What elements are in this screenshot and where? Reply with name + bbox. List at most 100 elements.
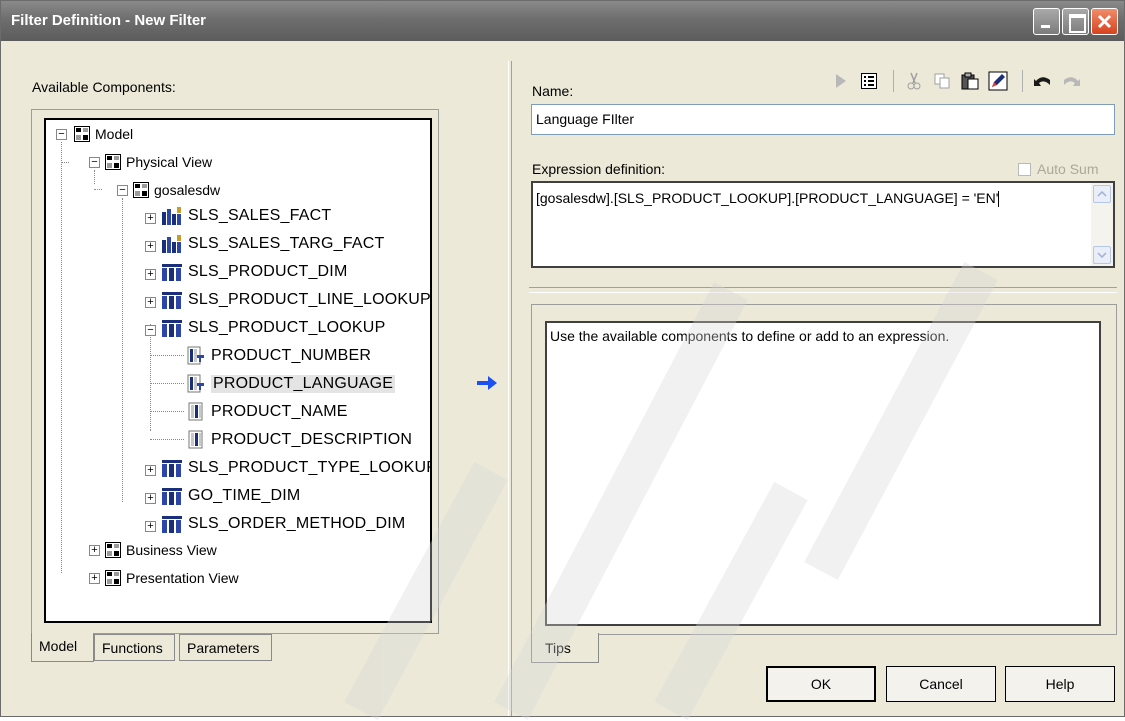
filter-name-input[interactable]: Language FIlter (531, 104, 1115, 135)
expander-table[interactable]: + (145, 521, 156, 532)
copy-icon (934, 73, 950, 89)
expander-table[interactable]: + (145, 493, 156, 504)
tree-node-table[interactable]: SLS_PRODUCT_TYPE_LOOKUP (161, 458, 430, 478)
expander-table[interactable]: + (145, 297, 156, 308)
chevron-down-icon (1097, 252, 1107, 258)
expander-table[interactable]: + (145, 269, 156, 280)
tree-node-physical-view[interactable]: Physical View (105, 152, 212, 172)
window-title: Filter Definition - New Filter (11, 12, 207, 29)
namespace-icon (105, 570, 121, 586)
expander-gosalesdw[interactable]: − (117, 185, 128, 196)
dimension-table-icon (162, 292, 182, 309)
tree-node-column-selected[interactable]: PRODUCT_LANGUAGE (186, 374, 396, 394)
tree-node-table[interactable]: SLS_PRODUCT_LINE_LOOKUP (161, 290, 430, 310)
edit-icon (988, 71, 1008, 91)
name-label: Name: (532, 83, 574, 99)
tree-node-gosalesdw[interactable]: gosalesdw (133, 180, 220, 200)
chevron-up-icon (1097, 191, 1107, 197)
toolbar-separator (893, 70, 894, 92)
component-tree[interactable]: − Model − Physical View − gosalesdw + SL… (44, 118, 432, 623)
cancel-button[interactable]: Cancel (886, 666, 996, 702)
expander-model[interactable]: − (56, 129, 67, 140)
expander-table[interactable]: + (145, 241, 156, 252)
toolbar-separator (1022, 70, 1023, 92)
dimension-table-icon (162, 488, 182, 505)
cut-button[interactable] (902, 69, 926, 93)
cut-icon (907, 72, 921, 90)
expression-value: [gosalesdw].[SLS_PRODUCT_LOOKUP].[PRODUC… (536, 190, 999, 206)
tree-node-table[interactable]: SLS_SALES_TARG_FACT (161, 234, 384, 254)
properties-button[interactable] (857, 69, 881, 93)
available-components-label: Available Components: (32, 79, 176, 95)
expression-definition-label: Expression definition: (532, 161, 666, 177)
expander-table-expanded[interactable]: − (145, 325, 156, 336)
namespace-icon (105, 542, 121, 558)
expression-text: [gosalesdw].[SLS_PRODUCT_LOOKUP].[PRODUC… (536, 190, 1000, 208)
fact-table-icon (162, 207, 181, 225)
ok-button[interactable]: OK (766, 666, 876, 702)
model-folder-icon (74, 126, 90, 142)
tab-model[interactable]: Model (31, 633, 94, 662)
expander-business-view[interactable]: + (89, 545, 100, 556)
filter-definition-window: Filter Definition - New Filter Available… (0, 0, 1125, 721)
scroll-up-button[interactable] (1093, 185, 1111, 203)
redo-icon (1064, 77, 1080, 86)
close-button[interactable] (1091, 8, 1118, 35)
panel-splitter[interactable] (508, 61, 512, 716)
tree-node-column[interactable]: PRODUCT_NUMBER (186, 346, 371, 366)
tab-functions[interactable]: Functions (94, 634, 175, 661)
tree-node-table[interactable]: GO_TIME_DIM (161, 486, 300, 506)
key-column-icon (187, 346, 204, 365)
tree-node-table[interactable]: SLS_PRODUCT_LOOKUP (161, 318, 385, 338)
tab-parameters[interactable]: Parameters (179, 634, 272, 661)
edit-expression-button[interactable] (986, 69, 1010, 93)
expander-presentation-view[interactable]: + (89, 573, 100, 584)
key-column-icon (187, 374, 204, 393)
tree-node-table[interactable]: SLS_SALES_FACT (161, 206, 331, 226)
tree-node-table[interactable]: SLS_ORDER_METHOD_DIM (161, 514, 405, 534)
column-icon (188, 430, 203, 449)
dimension-table-icon (162, 264, 182, 281)
copy-button[interactable] (930, 69, 954, 93)
auto-sum-checkbox[interactable]: Auto Sum (1018, 161, 1098, 177)
tree-node-model[interactable]: Model (74, 124, 133, 144)
maximize-button[interactable] (1062, 8, 1089, 35)
expression-editor[interactable]: [gosalesdw].[SLS_PRODUCT_LOOKUP].[PRODUC… (531, 181, 1115, 268)
paste-button[interactable] (958, 69, 982, 93)
expression-scrollbar[interactable] (1091, 183, 1113, 266)
auto-sum-label: Auto Sum (1037, 161, 1099, 177)
dimension-table-icon (162, 516, 182, 533)
text-caret (998, 191, 1000, 208)
tips-content: Use the available components to define o… (545, 321, 1101, 626)
expander-table[interactable]: + (145, 213, 156, 224)
tree-node-business-view[interactable]: Business View (105, 540, 217, 560)
tree-node-table[interactable]: SLS_PRODUCT_DIM (161, 262, 347, 282)
auto-sum-check[interactable] (1018, 162, 1031, 176)
run-button[interactable] (829, 69, 853, 93)
right-arrow-icon (477, 376, 497, 390)
expander-physical-view[interactable]: − (89, 157, 100, 168)
close-icon (1097, 14, 1112, 29)
title-bar[interactable]: Filter Definition - New Filter (1, 1, 1124, 41)
insert-arrow-button[interactable] (476, 375, 498, 394)
redo-button[interactable] (1059, 69, 1083, 93)
help-button[interactable]: Help (1005, 666, 1115, 702)
tree-node-column[interactable]: PRODUCT_NAME (186, 402, 348, 422)
minimize-button[interactable] (1033, 8, 1060, 35)
tips-text: Use the available components to define o… (550, 328, 950, 344)
undo-icon (1034, 77, 1050, 86)
paste-icon (961, 72, 979, 90)
tab-tips[interactable]: Tips (531, 633, 599, 663)
properties-icon (861, 73, 877, 89)
undo-button[interactable] (1031, 69, 1055, 93)
horizontal-splitter[interactable] (529, 287, 1117, 293)
run-icon (836, 74, 846, 88)
tree-node-presentation-view[interactable]: Presentation View (105, 568, 239, 588)
namespace-icon (133, 182, 149, 198)
tree-node-column[interactable]: PRODUCT_DESCRIPTION (186, 430, 412, 450)
dimension-table-icon (162, 320, 182, 337)
namespace-icon (105, 154, 121, 170)
column-icon (188, 402, 203, 421)
scroll-down-button[interactable] (1093, 246, 1111, 264)
expander-table[interactable]: + (145, 465, 156, 476)
